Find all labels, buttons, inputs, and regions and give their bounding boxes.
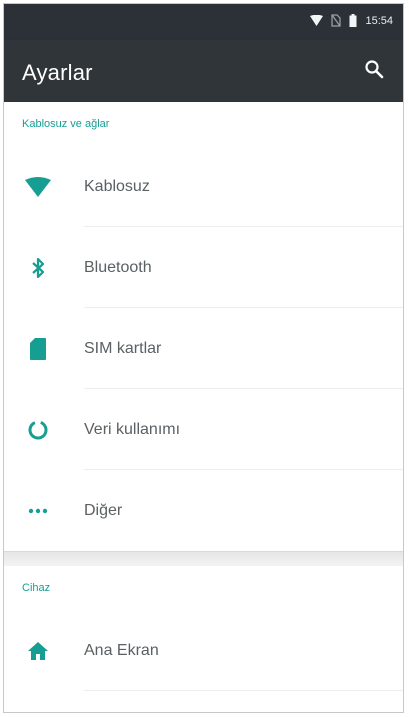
- wifi-signal-icon: [310, 15, 324, 26]
- battery-icon: [349, 14, 357, 27]
- sim-card-icon: [22, 333, 54, 365]
- settings-screen: 15:54 Ayarlar Kablosuz ve ağlar Kablosuz: [3, 3, 404, 713]
- page-title: Ayarlar: [22, 60, 93, 85]
- settings-item-more[interactable]: Diğer: [4, 470, 403, 551]
- settings-item-home-screen[interactable]: Ana Ekran: [4, 610, 403, 691]
- settings-item-label: Bluetooth: [84, 258, 152, 276]
- settings-item-label: Ana Ekran: [84, 641, 159, 659]
- settings-item-bluetooth[interactable]: Bluetooth: [4, 227, 403, 308]
- settings-item-label: Diğer: [84, 501, 123, 519]
- app-bar: Ayarlar: [4, 40, 403, 102]
- status-icons: 15:54: [310, 14, 393, 27]
- more-icon: [22, 495, 54, 527]
- settings-item-label: Veri kullanımı: [84, 420, 181, 438]
- home-icon: [22, 635, 54, 667]
- settings-item-label: Kablosuz: [84, 177, 150, 195]
- settings-item-sim-cards[interactable]: SIM kartlar: [4, 308, 403, 389]
- divider: [84, 690, 403, 691]
- settings-item-label: SIM kartlar: [84, 339, 162, 357]
- settings-item-wifi[interactable]: Kablosuz: [4, 146, 403, 227]
- bluetooth-icon: [22, 252, 54, 284]
- search-button[interactable]: [361, 58, 387, 84]
- wifi-icon: [22, 171, 54, 203]
- settings-list: Kablosuz ve ağlar Kablosuz Bluetooth SIM…: [4, 102, 403, 712]
- data-usage-icon: [22, 414, 54, 446]
- clock: 15:54: [365, 14, 393, 27]
- section-separator: [4, 551, 403, 566]
- section-header-wireless: Kablosuz ve ağlar: [22, 118, 110, 130]
- section-header-device: Cihaz: [22, 582, 51, 594]
- search-icon: [364, 59, 384, 84]
- settings-item-data-usage[interactable]: Veri kullanımı: [4, 389, 403, 470]
- status-bar: 15:54: [4, 4, 403, 40]
- no-sim-icon: [331, 14, 342, 27]
